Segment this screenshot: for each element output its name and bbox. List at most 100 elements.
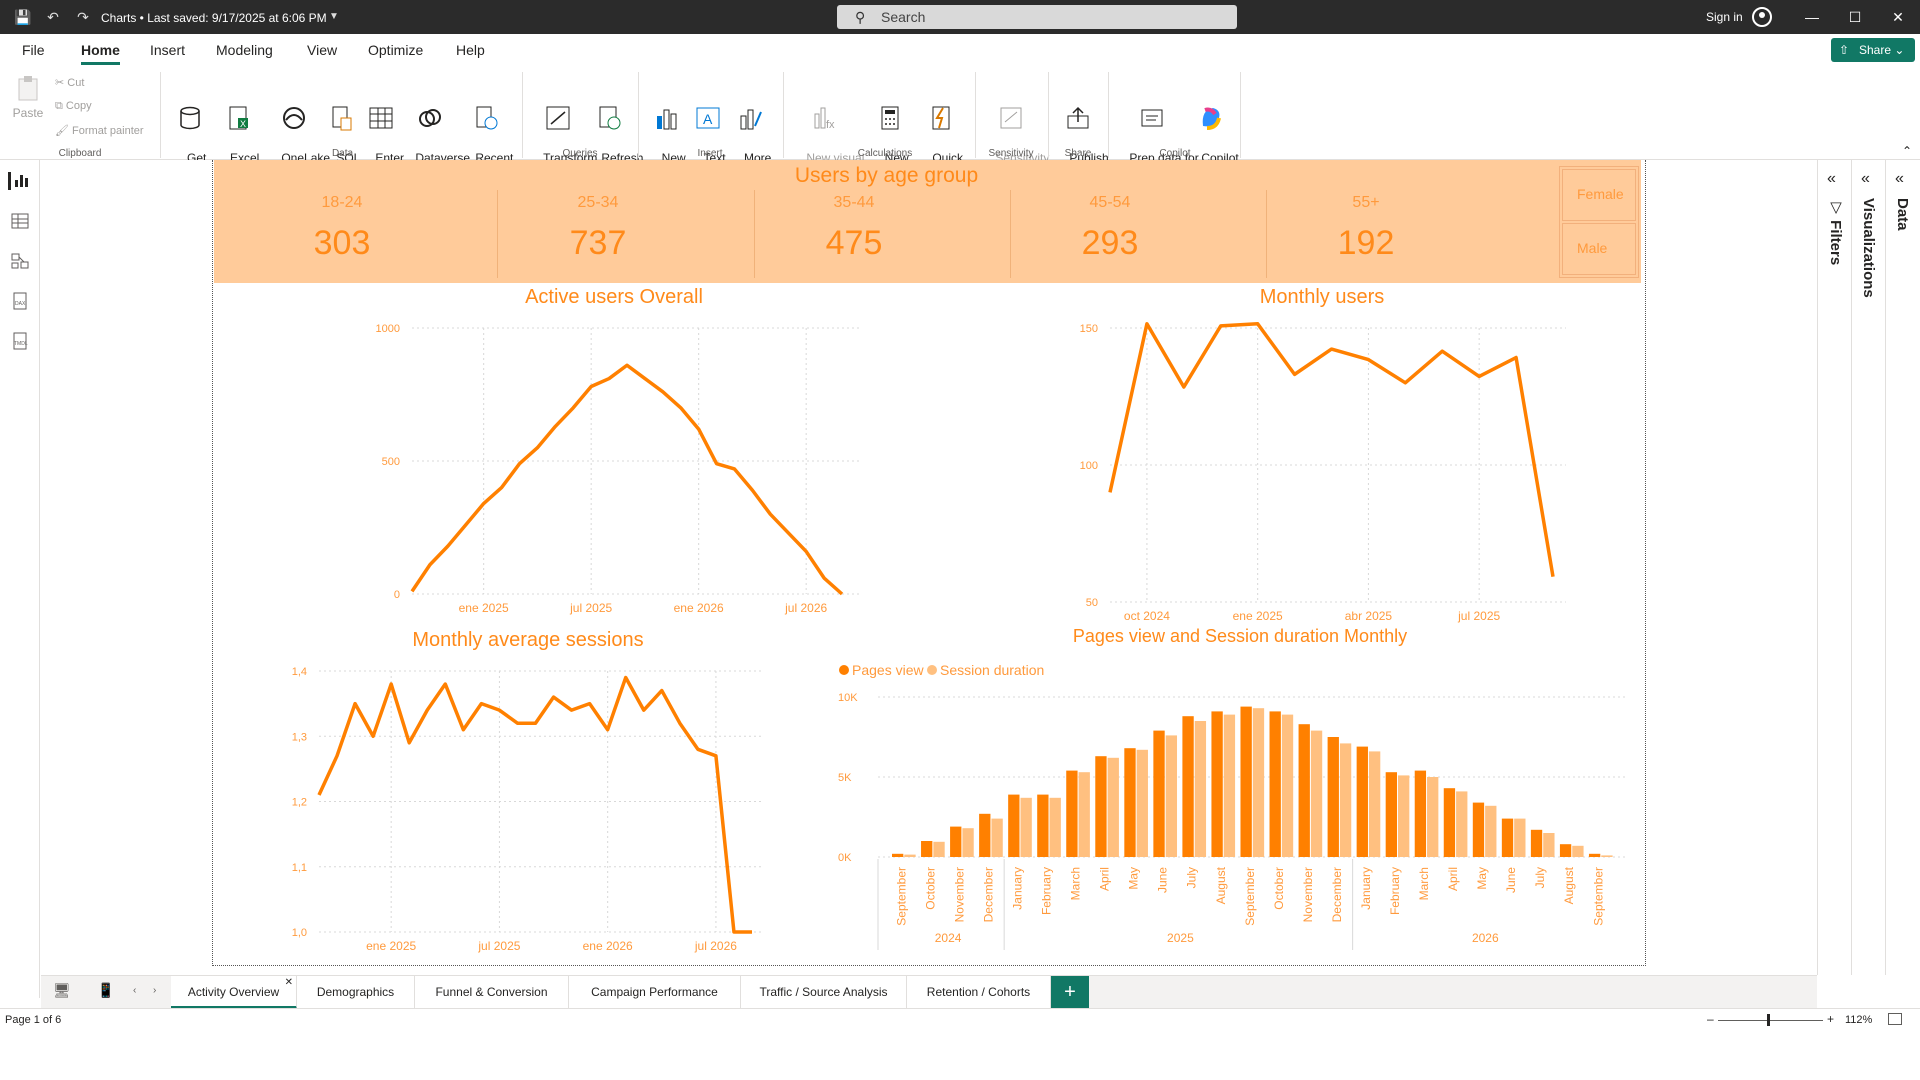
bar <box>933 841 945 857</box>
page-tab-funnel-conversion[interactable]: Funnel & Conversion <box>415 976 569 1009</box>
add-page-button[interactable]: + <box>1051 976 1089 1009</box>
bar <box>1194 721 1207 857</box>
model-view-icon[interactable] <box>11 252 29 270</box>
expand-visualizations-icon[interactable]: « <box>1861 170 1870 188</box>
page-tab-campaign-performance[interactable]: Campaign Performance <box>569 976 741 1009</box>
menu-tab-modeling[interactable]: Modeling <box>216 42 273 58</box>
x-tick-label: ene 2025 <box>459 601 509 615</box>
title-dropdown-icon[interactable]: ▼ <box>325 8 343 26</box>
minimize-icon[interactable]: — <box>1802 8 1822 26</box>
bar <box>1310 730 1323 857</box>
y-tick-label: 1,4 <box>292 666 307 678</box>
redo-icon[interactable]: ↷ <box>74 8 92 26</box>
y-tick-label: 0K <box>838 852 852 864</box>
sensitivity-group-label: Sensitivity <box>988 148 1034 159</box>
undo-icon[interactable]: ↶ <box>44 8 62 26</box>
bar <box>1066 770 1078 857</box>
age-group-card[interactable]: Users by age group 18-24 303 25-34 737 3… <box>214 160 1641 283</box>
kpi-label: 25-34 <box>577 194 619 211</box>
bar <box>1269 711 1281 857</box>
page-tab-retention-cohorts[interactable]: Retention / Cohorts <box>907 976 1051 1009</box>
next-page-icon[interactable]: › <box>153 985 156 996</box>
tmdl-view-icon[interactable]: TMDL <box>11 332 29 350</box>
visualizations-pane[interactable]: « Visualizations <box>1851 160 1885 975</box>
sign-in-link[interactable]: Sign in <box>1706 10 1743 24</box>
bar <box>979 813 991 857</box>
slicer-item-male[interactable]: Male <box>1562 223 1636 275</box>
collapse-ribbon-icon[interactable]: ⌃ <box>1902 144 1912 158</box>
insert-group-label: Insert <box>697 148 723 159</box>
document-title[interactable]: Charts • Last saved: 9/17/2025 at 6:06 P… <box>101 11 327 25</box>
filters-pane[interactable]: « ▽ Filters <box>1817 160 1851 975</box>
x-tick-label: September <box>1591 867 1605 926</box>
bar <box>1182 716 1194 857</box>
menu-tab-help[interactable]: Help <box>456 42 485 58</box>
zoom-slider-thumb[interactable] <box>1767 1014 1770 1026</box>
monthly-sessions-chart[interactable]: 1,0 1,1 1,2 1,3 1,4 ene 2025 jul 2025 ene 2026 j… <box>214 656 804 956</box>
bar <box>1240 706 1252 857</box>
search-icon: ⚲ <box>855 9 866 25</box>
zoom-in-icon[interactable]: + <box>1827 1012 1834 1026</box>
close-page-icon[interactable]: ✕ <box>285 966 293 999</box>
cut-label: Cut <box>67 77 85 89</box>
format-painter-label: Format painter <box>72 125 144 137</box>
desktop-layout-icon[interactable]: 🖥 <box>53 982 71 999</box>
active-users-chart[interactable]: 0 500 1000 ene 2025 jul 2025 ene 2026 jul 2026 <box>214 312 874 622</box>
menu-tab-view[interactable]: View <box>307 42 337 58</box>
ribbon-separator <box>160 72 161 158</box>
bar <box>1078 772 1090 857</box>
page-tab-demographics[interactable]: Demographics <box>297 976 415 1009</box>
menu-tab-file[interactable]: File <box>22 42 45 58</box>
page-tab-traffic-source[interactable]: Traffic / Source Analysis <box>741 976 907 1009</box>
kpi-value: 737 <box>569 224 627 262</box>
zoom-slider-track[interactable] <box>1718 1020 1823 1021</box>
x-tick-label: December <box>1330 867 1344 922</box>
format-painter-button[interactable]: 🖌 Format painter <box>55 124 144 137</box>
bar <box>1211 711 1223 857</box>
sensitivity-icon <box>997 104 1025 132</box>
search-placeholder: Search <box>881 9 926 25</box>
mobile-layout-icon[interactable]: 📱 <box>97 982 114 999</box>
save-icon[interactable]: 💾 <box>14 8 32 26</box>
page-info: Page 1 of 6 <box>5 1014 62 1026</box>
maximize-icon[interactable]: ☐ <box>1845 8 1865 26</box>
report-view-icon[interactable] <box>8 172 28 190</box>
share-icon: ⇧ <box>1839 43 1850 57</box>
search-box[interactable]: ⚲ Search <box>837 5 1237 29</box>
share-button[interactable]: ⇧ Share ⌄ <box>1831 38 1915 62</box>
calculator-icon <box>876 104 904 132</box>
zoom-out-icon[interactable]: – <box>1707 1012 1714 1026</box>
paste-button[interactable]: Paste <box>12 74 44 121</box>
ribbon-separator <box>783 72 784 158</box>
monthly-users-chart[interactable]: 50 100 150 oct 2024 ene 2025 abr 2025 jul 2025 <box>1030 312 1600 627</box>
y-tick-label: 1,3 <box>292 731 307 743</box>
zoom-level: 112% <box>1845 1014 1873 1026</box>
bar <box>1368 751 1381 857</box>
menu-tab-insert[interactable]: Insert <box>150 42 185 58</box>
menu-tab-home[interactable]: Home <box>81 42 120 65</box>
x-tick-label: October <box>1272 867 1286 910</box>
prev-page-icon[interactable]: ‹ <box>133 985 136 996</box>
ribbon: Paste ✂ Cut ⧉ Copy 🖌 Format painter Clip… <box>0 66 1920 180</box>
x-tick-label: May <box>1127 867 1141 890</box>
table-view-icon[interactable] <box>11 212 29 230</box>
data-pane[interactable]: « Data <box>1885 160 1920 975</box>
fit-to-page-icon[interactable] <box>1888 1013 1902 1025</box>
copy-button[interactable]: ⧉ Copy <box>55 100 92 113</box>
cut-button[interactable]: ✂ Cut <box>55 76 84 89</box>
copilot-icon <box>1197 104 1225 132</box>
slicer-item-female[interactable]: Female <box>1562 169 1636 221</box>
expand-filters-icon[interactable]: « <box>1827 170 1836 188</box>
avatar-icon[interactable] <box>1752 7 1772 27</box>
title-bar: 💾 ↶ ↷ Charts • Last saved: 9/17/2025 at … <box>0 0 1920 34</box>
pages-sessions-chart[interactable]: Pages view Session duration 0K 5K 10K Septemb… <box>820 652 1640 962</box>
expand-data-icon[interactable]: « <box>1895 170 1904 188</box>
filters-label: Filters <box>1827 220 1844 266</box>
gender-slicer: Female Male <box>1559 166 1639 278</box>
share-label: Share <box>1859 43 1892 57</box>
close-icon[interactable]: ✕ <box>1888 8 1908 26</box>
menu-tab-optimize[interactable]: Optimize <box>368 42 423 58</box>
monthly-sessions-title: Monthly average sessions <box>412 629 644 651</box>
page-tab-activity-overview[interactable]: Activity Overview ✕ <box>171 976 297 1009</box>
dax-query-view-icon[interactable]: DAX <box>11 292 29 310</box>
